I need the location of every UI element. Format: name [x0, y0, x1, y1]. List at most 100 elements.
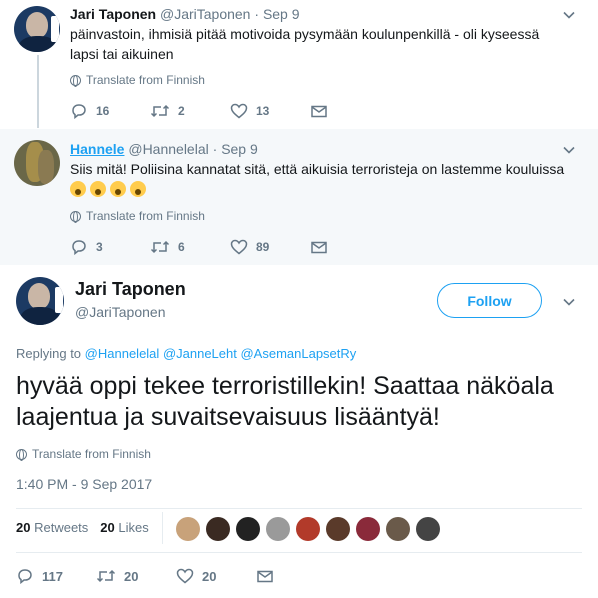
tweet-header: Hannele @Hannelelal · Sep 9: [70, 140, 258, 158]
like-button[interactable]: 20: [176, 568, 256, 584]
tweet-text: Siis mitä! Poliisina kannatat sitä, että…: [70, 159, 580, 199]
liker-avatar[interactable]: [206, 517, 230, 541]
envelope-icon: [311, 241, 327, 254]
like-button[interactable]: 13: [230, 103, 310, 119]
heart-icon: [230, 239, 248, 255]
heart-icon: [230, 103, 248, 119]
retweet-button[interactable]: 2: [150, 103, 230, 119]
like-count: 13: [256, 104, 270, 118]
globe-icon: [70, 210, 81, 223]
message-button[interactable]: [256, 568, 274, 584]
retweet-icon: [150, 104, 170, 118]
author-handle[interactable]: @JariTaponen: [75, 304, 166, 320]
replying-prefix: Replying to: [16, 346, 82, 361]
tweet-date[interactable]: Sep 9: [221, 141, 258, 157]
liker-avatar[interactable]: [296, 517, 320, 541]
reply-count: 3: [96, 240, 103, 254]
retweets-stat[interactable]: 20 Retweets: [16, 520, 88, 535]
separator: ·: [254, 6, 260, 22]
follow-button[interactable]: Follow: [437, 283, 542, 318]
liker-avatar[interactable]: [386, 517, 410, 541]
tweet-text-content: Siis mitä! Poliisina kannatat sitä, että…: [70, 161, 565, 177]
liker-avatar[interactable]: [416, 517, 440, 541]
reply-icon: [72, 240, 86, 255]
mention-link[interactable]: @JanneLeht: [163, 346, 237, 361]
reply-icon: [72, 104, 86, 119]
retweet-icon: [150, 240, 170, 254]
like-button[interactable]: 89: [230, 239, 310, 255]
retweet-button[interactable]: 6: [150, 239, 230, 255]
translate-link[interactable]: Translate from Finnish: [70, 209, 205, 223]
tweet-text: päinvastoin, ihmisiä pitää motivoida pys…: [70, 26, 540, 62]
likes-stat[interactable]: 20 Likes: [100, 520, 148, 535]
reply-button[interactable]: 16: [70, 103, 150, 119]
avatar[interactable]: [16, 277, 64, 325]
tweet-actions: 16 2 13: [70, 103, 328, 119]
screaming-face-emoji-icon: [70, 181, 86, 197]
reply-button[interactable]: 3: [70, 239, 150, 255]
tweet-text: hyvää oppi tekee terroristillekin! Saatt…: [16, 372, 554, 431]
tweet[interactable]: Jari Taponen @JariTaponen · Sep 9 päinva…: [0, 0, 598, 129]
retweets-stat-label: Retweets: [34, 520, 89, 535]
tweet[interactable]: Hannele @Hannelelal · Sep 9 Siis mitä! P…: [0, 129, 598, 265]
like-count: 20: [202, 568, 217, 584]
stats-separator: [162, 512, 163, 544]
globe-icon: [70, 74, 81, 87]
reply-count: 16: [96, 104, 110, 118]
heart-icon: [176, 568, 194, 584]
likes-stat-label: Likes: [118, 520, 149, 535]
liker-avatar[interactable]: [176, 517, 200, 541]
message-button[interactable]: [310, 103, 328, 119]
author-name[interactable]: Jari Taponen: [75, 279, 186, 300]
liker-avatar[interactable]: [326, 517, 350, 541]
author-handle[interactable]: @JariTaponen: [160, 6, 251, 22]
reply-count: 117: [42, 568, 63, 584]
retweet-count: 2: [178, 104, 185, 118]
avatar[interactable]: [14, 6, 60, 52]
author-name[interactable]: Jari Taponen: [70, 6, 156, 22]
translate-label: Translate from Finnish: [86, 73, 205, 87]
reply-button[interactable]: 117: [16, 568, 96, 584]
divider: [16, 552, 582, 553]
tweet-actions: 117 20 20: [16, 568, 274, 584]
translate-link[interactable]: Translate from Finnish: [16, 447, 151, 461]
mention-link[interactable]: @Hannelelal: [85, 346, 160, 361]
astonished-face-emoji-icon: [90, 181, 106, 197]
divider: [16, 508, 582, 509]
chevron-down-icon[interactable]: [562, 295, 576, 309]
translate-label: Translate from Finnish: [32, 447, 151, 461]
liker-avatar[interactable]: [356, 517, 380, 541]
retweet-count: 20: [124, 568, 139, 584]
author-handle[interactable]: @Hannelelal: [128, 141, 208, 157]
astonished-face-emoji-icon: [110, 181, 126, 197]
envelope-icon: [311, 105, 327, 118]
retweet-count: 6: [178, 240, 185, 254]
tweet-timestamp[interactable]: 1:40 PM - 9 Sep 2017: [16, 476, 152, 492]
main-tweet: Jari Taponen @JariTaponen Follow Replyin…: [0, 265, 598, 598]
liker-avatars: [176, 517, 440, 541]
liker-avatar[interactable]: [266, 517, 290, 541]
message-button[interactable]: [310, 239, 328, 255]
tweet-stats: 20 Retweets 20 Likes: [16, 520, 149, 535]
separator: ·: [212, 141, 218, 157]
chevron-down-icon[interactable]: [562, 143, 576, 157]
author-name[interactable]: Hannele: [70, 141, 124, 157]
like-count: 89: [256, 240, 270, 254]
retweet-button[interactable]: 20: [96, 568, 176, 584]
replying-to: Replying to @Hannelelal @JanneLeht @Asem…: [16, 346, 356, 361]
envelope-icon: [257, 570, 273, 583]
astonished-face-emoji-icon: [130, 181, 146, 197]
retweet-icon: [96, 569, 116, 583]
likes-stat-count: 20: [100, 520, 115, 535]
tweet-header: Jari Taponen @JariTaponen · Sep 9: [70, 5, 300, 23]
mention-link[interactable]: @AsemanLapsetRy: [240, 346, 356, 361]
globe-icon: [16, 448, 27, 461]
tweet-actions: 3 6 89: [70, 239, 328, 255]
retweets-stat-count: 20: [16, 520, 31, 535]
tweet-date[interactable]: Sep 9: [263, 6, 300, 22]
translate-label: Translate from Finnish: [86, 209, 205, 223]
chevron-down-icon[interactable]: [562, 8, 576, 22]
avatar[interactable]: [14, 140, 60, 186]
liker-avatar[interactable]: [236, 517, 260, 541]
translate-link[interactable]: Translate from Finnish: [70, 73, 205, 87]
